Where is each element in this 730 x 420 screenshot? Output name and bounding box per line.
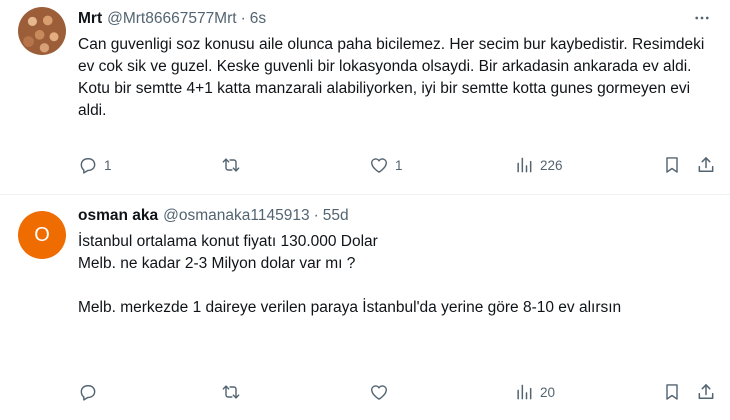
retweet-icon: [222, 158, 240, 172]
tweet-actions: 1 1 226: [78, 153, 716, 177]
like-icon: [371, 158, 387, 173]
tweet-osman-aka[interactable]: O osman aka @osmanaka1145913 · 55d İstan…: [0, 195, 730, 420]
avatar-photo: [18, 7, 66, 55]
views-icon: [517, 157, 532, 173]
tweet-mrt[interactable]: Mrt @Mrt86667577Mrt · 6s Can guvenligi s…: [0, 0, 730, 195]
bookmark-icon: [666, 384, 678, 400]
author-handle[interactable]: @osmanaka1145913: [163, 207, 309, 225]
like-button[interactable]: [369, 380, 395, 404]
tweet-text-line: [78, 275, 716, 297]
like-button[interactable]: 1: [369, 153, 403, 177]
author-name[interactable]: osman aka: [78, 207, 158, 225]
retweet-icon: [222, 385, 240, 399]
tweet-actions: 20: [78, 380, 716, 404]
avatar[interactable]: O: [18, 211, 66, 259]
retweet-button[interactable]: [221, 380, 247, 404]
views-icon: [517, 384, 532, 400]
avatar-initial: O: [18, 211, 66, 259]
share-icon: [698, 157, 714, 172]
tweet-content: Mrt @Mrt86667577Mrt · 6s Can guvenligi s…: [78, 8, 716, 122]
view-count: 20: [540, 384, 556, 400]
share-button[interactable]: [696, 153, 716, 177]
share-button[interactable]: [696, 380, 716, 404]
tweet-time[interactable]: 55d: [323, 207, 349, 225]
avatar[interactable]: [18, 7, 66, 55]
bookmark-button[interactable]: [662, 380, 682, 404]
retweet-button[interactable]: [221, 153, 247, 177]
reply-icon: [80, 385, 96, 401]
tweet-header: osman aka @osmanaka1145913 · 55d: [78, 205, 716, 227]
reply-button[interactable]: 1: [78, 153, 112, 177]
tweet-time[interactable]: 6s: [250, 10, 266, 28]
author-handle[interactable]: @Mrt86667577Mrt: [107, 10, 236, 28]
reply-button[interactable]: [78, 380, 104, 404]
author-name[interactable]: Mrt: [78, 10, 102, 28]
bookmark-button[interactable]: [662, 153, 682, 177]
reply-count: 1: [104, 157, 112, 173]
tweet-text-line: Melb. merkezde 1 daireye verilen paraya …: [78, 299, 622, 316]
tweet-text-line: İstanbul ortalama konut fiyatı 130.000 D…: [78, 233, 378, 250]
tweet-text-paragraph: Can guvenligi soz konusu aile olunca pah…: [78, 36, 709, 119]
like-icon: [371, 385, 387, 400]
tweet-text: İstanbul ortalama konut fiyatı 130.000 D…: [78, 231, 716, 319]
separator-dot: ·: [313, 207, 319, 224]
tweet-content: osman aka @osmanaka1145913 · 55d İstanbu…: [78, 205, 716, 319]
like-count: 1: [395, 157, 403, 173]
more-icon[interactable]: [692, 8, 712, 28]
bookmark-icon: [666, 157, 678, 173]
separator-dot: ·: [240, 10, 246, 27]
tweet-header: Mrt @Mrt86667577Mrt · 6s: [78, 8, 716, 30]
reply-icon: [80, 158, 96, 174]
views-button[interactable]: 226: [514, 153, 563, 177]
tweet-text-line: Melb. ne kadar 2-3 Milyon dolar var mı ?: [78, 255, 356, 272]
view-count: 226: [540, 157, 563, 173]
share-icon: [698, 384, 714, 399]
tweet-text: Can guvenligi soz konusu aile olunca pah…: [78, 34, 716, 122]
views-button[interactable]: 20: [514, 380, 555, 404]
